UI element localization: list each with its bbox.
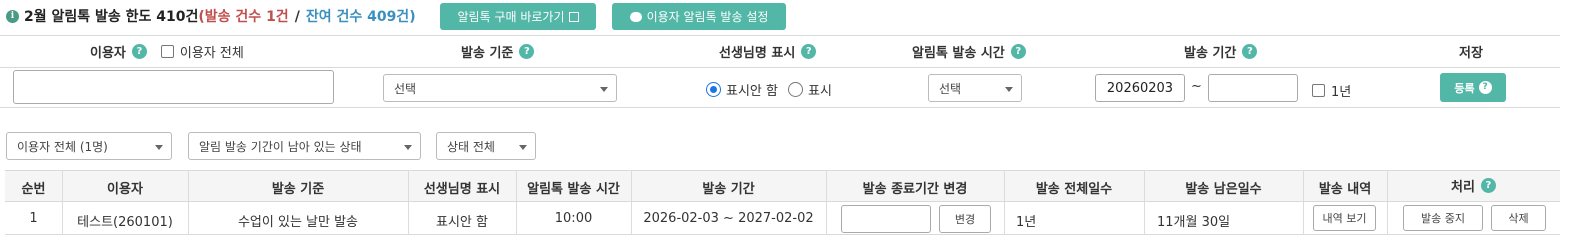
- stop-send-label: 발송 중지: [1421, 212, 1465, 225]
- chevron-down-icon: [155, 145, 163, 150]
- help-icon[interactable]: ?: [519, 44, 535, 59]
- user-header-label: 이용자: [90, 46, 126, 61]
- help-icon[interactable]: ?: [1010, 44, 1026, 59]
- chevron-down-icon: [1005, 87, 1013, 92]
- limit-text: 2월 알림톡 발송 한도 410건: [24, 9, 199, 25]
- register-button[interactable]: 등록 ?: [1440, 73, 1506, 102]
- divider: [0, 107, 1560, 108]
- criteria-select-value: 선택: [394, 81, 417, 96]
- col-total-days: 발송 전체일수: [1035, 182, 1113, 197]
- register-label: 등록: [1454, 81, 1475, 95]
- user-header: 이용자 ? 이용자 전체: [90, 42, 244, 61]
- delete-button[interactable]: 삭제: [1491, 205, 1546, 231]
- chat-bubble-icon: [629, 11, 642, 22]
- row-teacher-display: 표시안 함: [436, 215, 488, 230]
- row-user: 테스트(260101): [77, 215, 173, 230]
- help-icon[interactable]: ?: [1480, 178, 1496, 193]
- sms-limit-title: 2월 알림톡 발송 한도 410건(발송 건수 1건 / 잔여 건수 409건): [24, 6, 416, 26]
- chevron-down-icon: [404, 145, 412, 150]
- info-icon: i: [6, 10, 19, 23]
- period-start-value: 20260203: [1106, 80, 1174, 96]
- send-time-header: 알림톡 발송 시간 ?: [912, 42, 1026, 61]
- radio-hide-label: 표시안 함: [726, 84, 778, 99]
- teacher-name-header-label: 선생님명 표시: [719, 46, 796, 61]
- col-period: 발송 기간: [702, 182, 755, 197]
- checkbox-icon[interactable]: [160, 45, 174, 58]
- col-criteria: 발송 기준: [271, 182, 325, 197]
- criteria-select[interactable]: 선택: [383, 74, 617, 102]
- radio-show-label: 표시: [807, 84, 832, 99]
- help-icon[interactable]: ?: [1242, 44, 1258, 59]
- col-send-time: 알림톡 발송 시간: [527, 182, 620, 197]
- stop-send-button[interactable]: 발송 중지: [1403, 205, 1483, 231]
- one-year-label: 1년: [1331, 85, 1352, 100]
- help-icon[interactable]: ?: [801, 44, 817, 59]
- divider: [0, 67, 1560, 68]
- remaining-count: 잔여 건수 409건: [305, 9, 410, 25]
- save-header-label: 저장: [1459, 46, 1483, 61]
- row-period: 2026-02-03 ~ 2027-02-02: [643, 211, 814, 226]
- criteria-header: 발송 기준 ?: [461, 42, 535, 61]
- change-label: 변경: [954, 213, 976, 226]
- paren-close: ): [409, 9, 416, 25]
- row-send-time: 10:00: [554, 211, 593, 226]
- delete-label: 삭제: [1508, 212, 1529, 225]
- criteria-header-label: 발송 기준: [461, 46, 514, 61]
- end-date-input[interactable]: [841, 205, 931, 233]
- user-all-label: 이용자 전체: [179, 46, 244, 61]
- chevron-down-icon: [519, 145, 527, 150]
- buy-sms-label: 알림톡 구매 바로가기: [457, 10, 565, 24]
- row-no: 1: [29, 211, 38, 226]
- chevron-down-icon: [600, 87, 608, 92]
- col-no: 순번: [21, 182, 46, 197]
- period-filter-value: 알림 발송 기간이 남아 있는 상태: [199, 139, 362, 154]
- change-button[interactable]: 변경: [939, 205, 991, 233]
- send-time-header-label: 알림톡 발송 시간: [912, 46, 1005, 61]
- separator: /: [294, 9, 300, 25]
- teacher-name-header: 선생님명 표시 ?: [719, 42, 817, 61]
- col-user: 이용자: [107, 182, 143, 197]
- col-change-end: 발송 종료기간 변경: [862, 182, 968, 197]
- user-input[interactable]: [13, 70, 334, 104]
- period-tilde: ~: [1191, 79, 1202, 94]
- checkbox-icon[interactable]: [1312, 84, 1325, 97]
- buy-sms-button[interactable]: 알림톡 구매 바로가기: [440, 3, 596, 30]
- external-link-icon: [568, 11, 579, 22]
- status-filter-select[interactable]: 상태 전체: [436, 132, 536, 160]
- divider: [0, 35, 1560, 36]
- col-history: 발송 내역: [1318, 182, 1372, 197]
- status-filter-value: 상태 전체: [447, 139, 495, 154]
- col-remaining-days: 발송 남은일수: [1185, 182, 1262, 197]
- row-criteria: 수업이 있는 날만 발송: [237, 215, 359, 230]
- one-year-checkbox[interactable]: 1년: [1312, 81, 1351, 100]
- sent-count: 발송 건수 1건: [204, 9, 289, 25]
- row-remaining-days: 11개월 30일: [1157, 215, 1231, 230]
- radio-show[interactable]: [787, 82, 803, 97]
- period-start-input[interactable]: 20260203: [1095, 74, 1185, 102]
- col-teacher-display: 선생님명 표시: [423, 182, 501, 197]
- help-icon[interactable]: ?: [1478, 81, 1492, 94]
- teacher-name-radio-group: 표시안 함 표시: [706, 80, 832, 99]
- history-button[interactable]: 내역 보기: [1313, 205, 1376, 231]
- sms-settings-label: 이용자 알림톡 발송 설정: [646, 10, 769, 24]
- user-filter-select[interactable]: 이용자 전체 (1명): [6, 132, 172, 160]
- period-header: 발송 기간 ?: [1184, 42, 1258, 61]
- user-filter-value: 이용자 전체 (1명): [17, 139, 108, 154]
- period-header-label: 발송 기간: [1184, 46, 1237, 61]
- history-label: 내역 보기: [1322, 212, 1367, 225]
- col-actions: 처리 ?: [1387, 176, 1560, 195]
- help-icon[interactable]: ?: [131, 44, 147, 59]
- user-all-checkbox[interactable]: 이용자 전체: [160, 42, 244, 61]
- sms-settings-button[interactable]: 이용자 알림톡 발송 설정: [612, 3, 786, 30]
- send-time-select-value: 선택: [939, 81, 962, 96]
- period-filter-select[interactable]: 알림 발송 기간이 남아 있는 상태: [188, 132, 421, 160]
- period-end-input[interactable]: [1208, 74, 1298, 102]
- row-total-days: 1년: [1016, 215, 1037, 230]
- radio-hide[interactable]: [706, 82, 721, 97]
- send-time-select[interactable]: 선택: [928, 74, 1022, 102]
- save-header: 저장: [1459, 42, 1483, 61]
- col-actions-label: 처리: [1451, 180, 1475, 195]
